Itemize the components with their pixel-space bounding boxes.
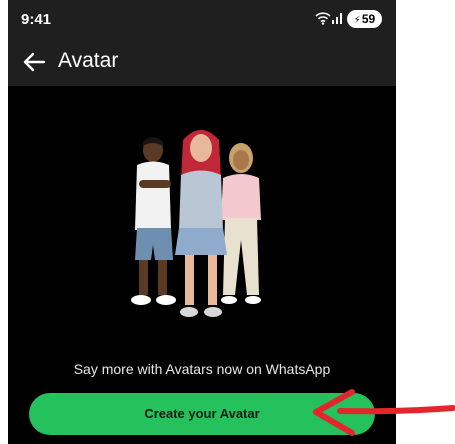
page-title: Avatar xyxy=(58,49,119,72)
wifi-icon xyxy=(315,12,331,25)
status-bar: 9:41 ⚡59 xyxy=(8,0,396,38)
signal-icon xyxy=(332,13,342,24)
arrow-left-icon[interactable] xyxy=(18,46,50,78)
status-time: 9:41 xyxy=(21,11,52,28)
app-bar: Avatar xyxy=(8,38,396,86)
tagline-text: Say more with Avatars now on WhatsApp xyxy=(73,361,331,377)
bolt-icon: ⚡ xyxy=(353,15,361,26)
red-arrow-pointer-icon xyxy=(313,389,455,436)
avatar-woman-red-hair xyxy=(175,130,227,317)
battery-charging-icon: ⚡59 xyxy=(347,10,382,28)
battery-level: 59 xyxy=(361,12,376,26)
avatar-woman-hijab xyxy=(221,143,261,304)
three-avatars-illustration xyxy=(131,130,261,317)
phone-screen: 9:41 ⚡59 Avatar Say more with Avatars no… xyxy=(8,0,396,444)
avatar-man xyxy=(131,137,176,305)
